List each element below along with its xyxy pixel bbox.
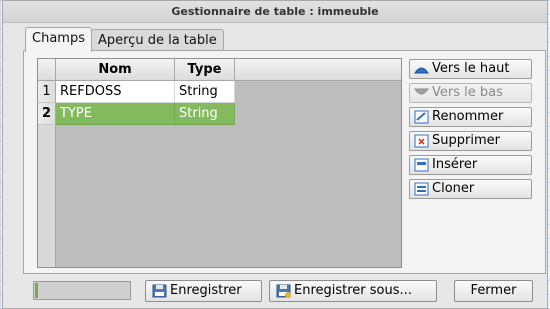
fields-panel: Nom Type 1 REFDOSS String 2 TYPE String — [23, 50, 546, 274]
clone-label: Cloner — [432, 181, 475, 196]
move-down-label: Vers le bas — [432, 85, 503, 100]
close-button[interactable]: Fermer — [454, 280, 533, 302]
delete-button[interactable]: Supprimer — [409, 131, 532, 151]
fields-table[interactable]: Nom Type 1 REFDOSS String 2 TYPE String — [37, 58, 402, 268]
field-name-cell[interactable]: TYPE — [56, 103, 175, 125]
save-as-label: Enregistrer sous... — [294, 283, 412, 298]
insert-button[interactable]: Insérer — [409, 155, 532, 175]
column-header-name[interactable]: Nom — [56, 59, 175, 81]
header-filler — [235, 59, 401, 81]
save-as-button[interactable]: Enregistrer sous... — [269, 280, 437, 302]
row-header-filler — [38, 125, 56, 267]
move-up-label: Vers le haut — [432, 61, 510, 76]
header-corner — [38, 59, 56, 81]
save-icon — [152, 284, 167, 298]
save-label: Enregistrer — [170, 283, 242, 298]
progress-fill — [35, 283, 38, 298]
window-title: Gestionnaire de table : immeuble — [3, 1, 547, 23]
arrow-down-icon — [414, 88, 429, 95]
row-number: 2 — [38, 103, 56, 125]
row-number: 1 — [38, 81, 56, 103]
insert-label: Insérer — [432, 157, 478, 172]
delete-label: Supprimer — [432, 133, 500, 148]
field-type-cell[interactable]: String — [175, 103, 235, 125]
column-header-type[interactable]: Type — [175, 59, 235, 81]
tab-table-preview[interactable]: Aperçu de la table — [90, 29, 224, 51]
save-button[interactable]: Enregistrer — [145, 280, 262, 302]
table-manager-dialog: Gestionnaire de table : immeuble Champs … — [2, 0, 548, 309]
save-as-icon — [276, 284, 291, 298]
tab-bar: Champs Aperçu de la table — [25, 27, 224, 52]
clone-icon — [414, 182, 429, 196]
table-row[interactable]: 1 REFDOSS String — [38, 81, 401, 103]
rename-button[interactable]: Renommer — [409, 107, 532, 127]
tab-fields[interactable]: Champs — [25, 27, 92, 52]
progress-bar — [33, 281, 131, 300]
rename-label: Renommer — [432, 109, 504, 124]
table-row[interactable]: 2 TYPE String — [38, 103, 401, 125]
close-label: Fermer — [470, 283, 517, 298]
arrow-up-icon — [414, 67, 429, 74]
clone-button[interactable]: Cloner — [409, 179, 532, 199]
move-down-button[interactable]: Vers le bas — [409, 83, 532, 103]
insert-icon — [414, 158, 429, 172]
field-type-cell[interactable]: String — [175, 81, 235, 103]
move-up-button[interactable]: Vers le haut — [409, 59, 532, 79]
table-header-row: Nom Type — [38, 59, 401, 81]
delete-icon — [414, 134, 429, 148]
field-name-cell[interactable]: REFDOSS — [56, 81, 175, 103]
rename-icon — [414, 110, 429, 124]
